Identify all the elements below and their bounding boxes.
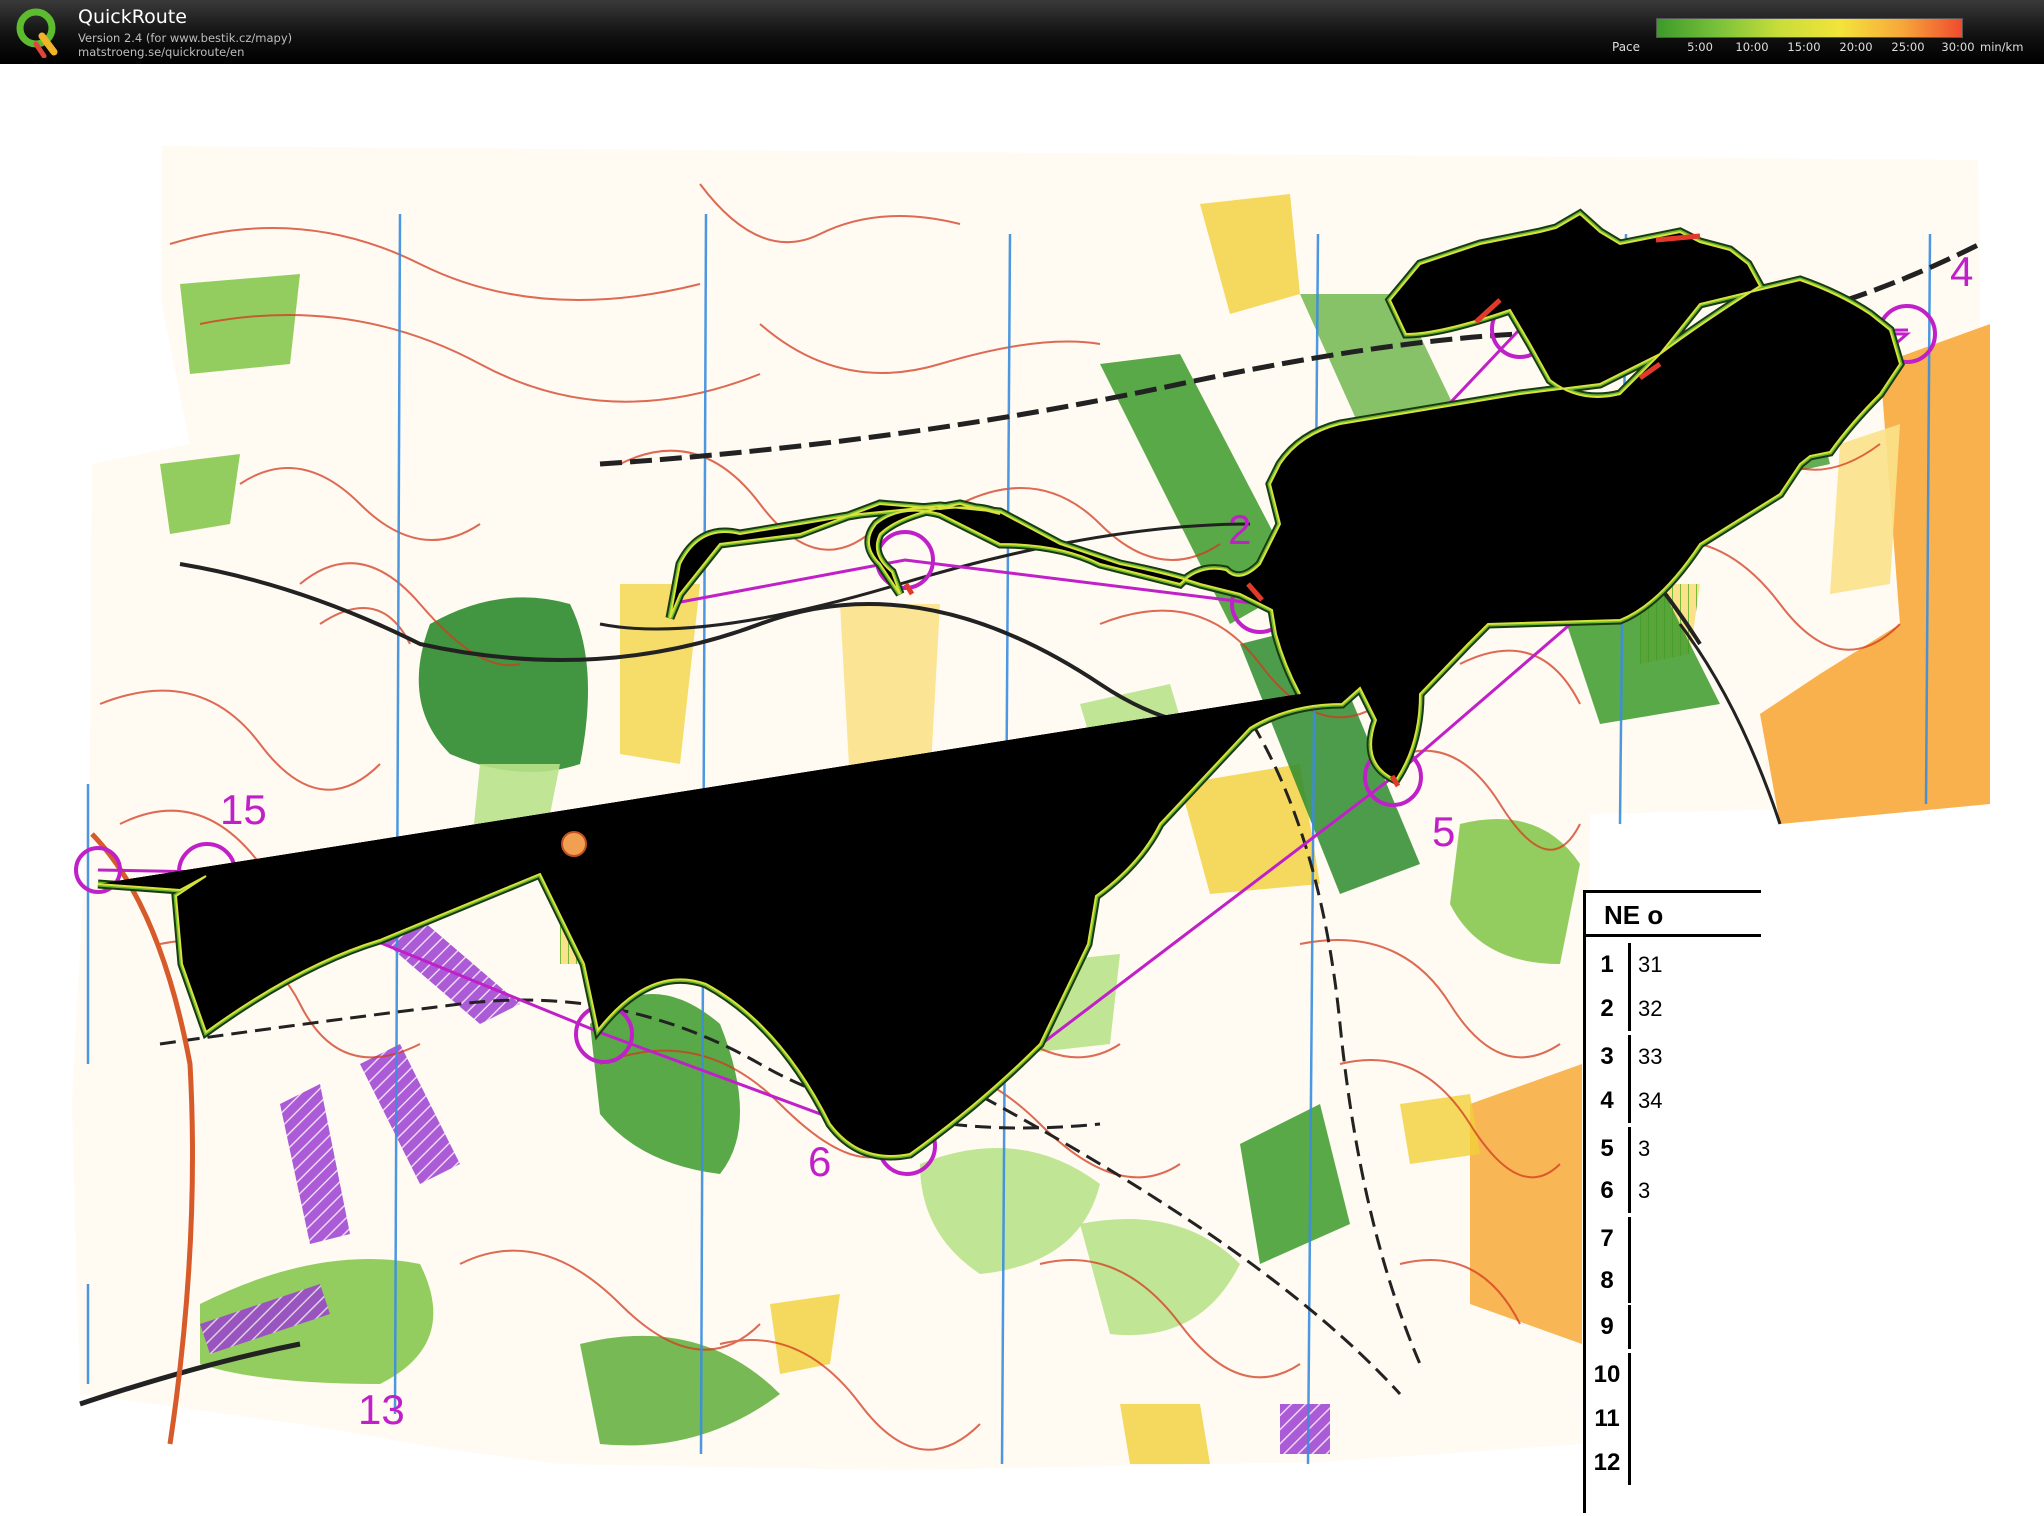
- pace-tick: 15:00: [1787, 40, 1821, 54]
- app-title: QuickRoute: [78, 6, 187, 28]
- table-row: 10: [1586, 1353, 1761, 1397]
- pace-tick: 25:00: [1891, 40, 1925, 54]
- control-code: 33: [1638, 1044, 1663, 1069]
- control-label: 15: [220, 786, 267, 833]
- control-number: 10: [1586, 1353, 1631, 1397]
- pace-unit: min/km: [1980, 40, 2024, 54]
- table-row: 53: [1586, 1127, 1761, 1171]
- pace-tick: 5:00: [1687, 40, 1713, 54]
- control-label: 5: [1432, 808, 1455, 855]
- table-row: 63: [1586, 1169, 1761, 1213]
- pace-label: Pace: [1612, 40, 1641, 54]
- table-row: 12: [1586, 1441, 1761, 1485]
- table-row: 7: [1586, 1217, 1761, 1261]
- control-code: 3: [1638, 1136, 1651, 1161]
- control-description-table: NE o 1 31 2 32 3 33 4 34 53 63 7 8 9 10 11 1…: [1583, 890, 1761, 1513]
- control-code: 31: [1638, 952, 1663, 977]
- control-number: 9: [1586, 1305, 1631, 1349]
- control-label: 2: [1228, 506, 1251, 553]
- control-code: 32: [1638, 996, 1663, 1021]
- control-number: 11: [1586, 1397, 1631, 1441]
- pace-tick: 10:00: [1735, 40, 1769, 54]
- pace-color-scale: [1656, 18, 1963, 38]
- map-canvas[interactable]: 2 3 4 5 6 13 14 15 NE o 131: [0, 64, 2044, 1516]
- control-label: 6: [808, 1138, 831, 1185]
- table-row: 2 32: [1586, 987, 1761, 1031]
- table-row: 3 33: [1586, 1035, 1761, 1079]
- control-label: 4: [1950, 248, 1973, 295]
- version-text: Version 2.4 (for www.bestik.cz/mapy): [78, 31, 293, 45]
- control-number: 4: [1586, 1079, 1631, 1123]
- table-row: 9: [1586, 1305, 1761, 1349]
- control-number: 1: [1586, 943, 1631, 987]
- control-number: 5: [1586, 1127, 1631, 1171]
- control-number: 12: [1586, 1441, 1631, 1485]
- table-row: 8: [1586, 1259, 1761, 1303]
- app-header: QuickRoute Version 2.4 (for www.bestik.c…: [0, 0, 2044, 64]
- control-number: 8: [1586, 1259, 1631, 1303]
- control-number: 6: [1586, 1169, 1631, 1213]
- table-header: NE o: [1586, 893, 1761, 937]
- table-row: 11: [1586, 1397, 1761, 1441]
- pace-tick: 30:00: [1941, 40, 1975, 54]
- control-label: 13: [358, 1386, 405, 1433]
- table-row: 1 31: [1586, 943, 1761, 987]
- control-code: 34: [1638, 1088, 1663, 1113]
- pace-tick: 20:00: [1839, 40, 1873, 54]
- control-number: 2: [1586, 987, 1631, 1031]
- table-row: 4 34: [1586, 1079, 1761, 1123]
- quickroute-logo: [16, 8, 58, 58]
- control-number: 3: [1586, 1035, 1631, 1079]
- control-number: 7: [1586, 1217, 1631, 1261]
- website-url: matstroeng.se/quickroute/en: [78, 45, 245, 59]
- control-code: 3: [1638, 1178, 1651, 1203]
- start-dot-icon: [561, 831, 587, 857]
